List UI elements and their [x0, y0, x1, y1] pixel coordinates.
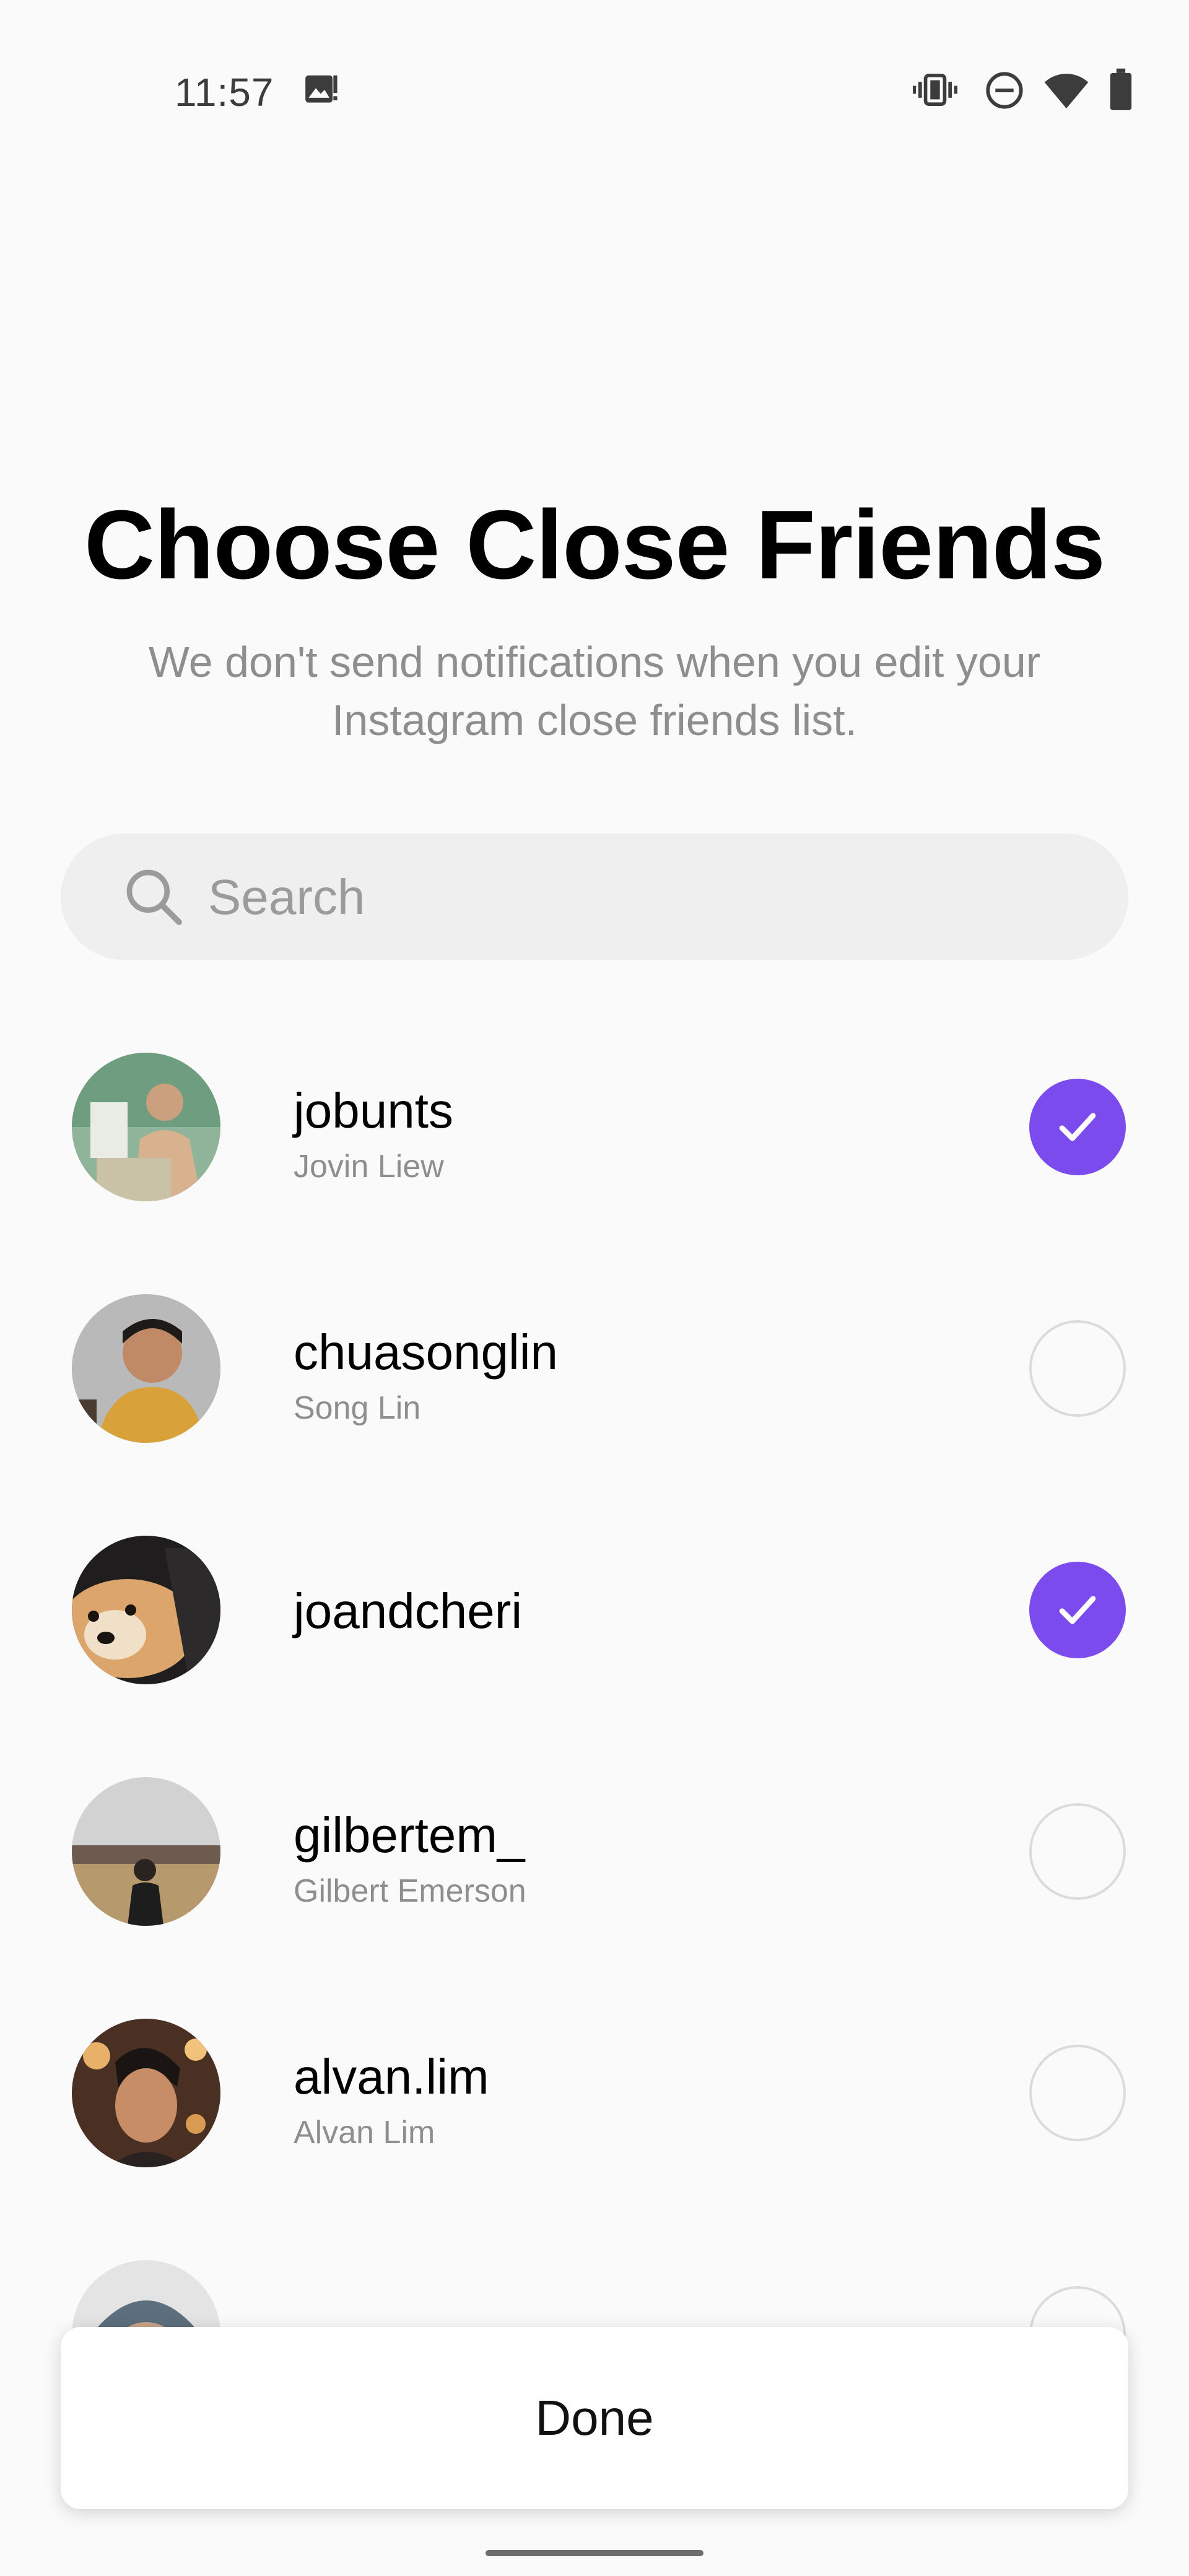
do-not-disturb-icon: [985, 71, 1024, 113]
friend-text: joandcheri: [294, 1582, 975, 1641]
friend-text: jobunts Jovin Liew: [294, 1081, 975, 1189]
select-checkbox[interactable]: [1029, 1562, 1126, 1658]
friend-username: gilbertem_: [294, 1808, 525, 1863]
friend-username: alvan.lim: [294, 2049, 489, 2104]
page-title: Choose Close Friends: [84, 490, 1105, 599]
vibrate-icon: [913, 71, 957, 112]
select-checkbox[interactable]: [1029, 1320, 1126, 1417]
wifi-icon: [1043, 72, 1090, 113]
avatar: [72, 2019, 220, 2167]
search-input[interactable]: [207, 857, 1076, 938]
friend-list: jobunts Jovin Liew chuasonglin Song Lin …: [0, 1053, 1189, 2353]
friend-text: chuasonglin Song Lin: [294, 1323, 975, 1430]
friend-text: alvan.lim Alvan Lim: [294, 2047, 975, 2155]
status-time: 11:57: [175, 70, 274, 115]
checkmark-icon: [1059, 1596, 1096, 1624]
select-checkbox[interactable]: [1029, 1079, 1126, 1175]
friend-username: chuasonglin: [294, 1325, 558, 1380]
subtitle-line-2: Instagram close friends list.: [331, 696, 858, 744]
search-icon: [121, 864, 186, 929]
avatar: [72, 1294, 220, 1443]
avatar: [72, 1053, 220, 1201]
close-friends-screen: 11:57 Choose Close Friends We don't send…: [0, 0, 1189, 2576]
friend-row[interactable]: joandcheri: [0, 1536, 1189, 1777]
avatar: [72, 1777, 220, 1926]
search-bar[interactable]: [61, 833, 1128, 960]
avatar: [72, 1536, 220, 1684]
friend-full-name: Song Lin: [294, 1390, 421, 1426]
battery-icon: [1108, 68, 1133, 115]
friend-username: jobunts: [294, 1083, 453, 1138]
done-button[interactable]: Done: [61, 2327, 1128, 2509]
subtitle-line-1: We don't send notifications when you edi…: [148, 638, 1041, 686]
friend-full-name: Gilbert Emerson: [294, 1873, 526, 1909]
checkmark-icon: [1059, 1113, 1096, 1141]
friend-full-name: Jovin Liew: [294, 1149, 444, 1185]
friend-row[interactable]: chuasonglin Song Lin: [0, 1294, 1189, 1536]
select-checkbox[interactable]: [1029, 2045, 1126, 2141]
select-checkbox[interactable]: [1029, 1803, 1126, 1900]
status-bar: 11:57: [0, 0, 1189, 186]
friend-full-name: Alvan Lim: [294, 2115, 435, 2151]
friend-username: joandcheri: [294, 1583, 523, 1638]
friend-text: gilbertem_ Gilbert Emerson: [294, 1806, 975, 1913]
image-notification-icon: [302, 71, 341, 112]
page-subtitle: We don't send notifications when you edi…: [99, 633, 1090, 749]
friend-row[interactable]: gilbertem_ Gilbert Emerson: [0, 1777, 1189, 2019]
home-indicator[interactable]: [486, 2550, 703, 2556]
friend-row[interactable]: jobunts Jovin Liew: [0, 1053, 1189, 1294]
friend-row[interactable]: alvan.lim Alvan Lim: [0, 2019, 1189, 2260]
